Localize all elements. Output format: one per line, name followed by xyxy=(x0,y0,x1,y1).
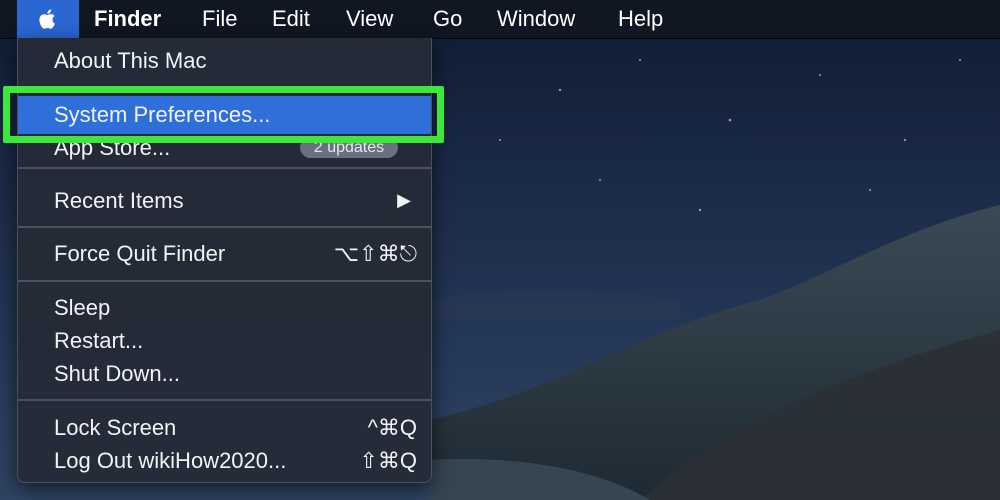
menu-item-shut-down[interactable]: Shut Down... xyxy=(18,357,431,390)
menu-item-label: Log Out wikiHow2020... xyxy=(54,448,287,473)
menu-bar: Finder File Edit View Go Window Help xyxy=(0,0,1000,39)
menu-window[interactable]: Window xyxy=(485,0,587,38)
menu-item-log-out[interactable]: Log Out wikiHow2020... ⇧⌘Q xyxy=(18,444,431,477)
menu-item-sleep[interactable]: Sleep xyxy=(18,291,431,324)
menu-separator xyxy=(18,167,431,169)
keyboard-shortcut: ^⌘Q xyxy=(367,415,417,440)
menu-view[interactable]: View xyxy=(334,0,405,38)
keyboard-shortcut: ⌥⇧⌘⎋ xyxy=(333,241,417,266)
menu-item-label: Sleep xyxy=(54,295,111,320)
menu-item-label: Restart... xyxy=(54,328,144,353)
menu-go[interactable]: Go xyxy=(421,0,474,38)
menu-item-label: Shut Down... xyxy=(54,361,180,386)
menu-separator xyxy=(18,280,431,282)
menu-edit[interactable]: Edit xyxy=(260,0,322,38)
menu-item-label: About This Mac xyxy=(54,48,207,73)
menu-finder[interactable]: Finder xyxy=(82,0,173,38)
menu-file[interactable]: File xyxy=(190,0,249,38)
keyboard-shortcut: ⇧⌘Q xyxy=(359,448,417,473)
menu-help[interactable]: Help xyxy=(606,0,675,38)
menu-item-force-quit[interactable]: Force Quit Finder ⌥⇧⌘⎋ xyxy=(18,237,431,270)
menu-separator xyxy=(18,226,431,228)
menu-item-lock-screen[interactable]: Lock Screen ^⌘Q xyxy=(18,411,431,444)
menu-separator xyxy=(18,399,431,401)
menu-item-label: Lock Screen xyxy=(54,415,177,440)
menu-item-recent-items[interactable]: Recent Items ▶ xyxy=(18,184,431,217)
apple-menu-button[interactable] xyxy=(17,0,79,38)
menu-item-restart[interactable]: Restart... xyxy=(18,324,431,357)
menu-item-label: Recent Items xyxy=(54,188,184,213)
apple-icon xyxy=(39,9,55,29)
menu-item-about-this-mac[interactable]: About This Mac xyxy=(18,44,431,77)
highlight-annotation-box xyxy=(3,86,444,143)
submenu-arrow-icon: ▶ xyxy=(397,190,411,210)
menu-item-label: Force Quit Finder xyxy=(54,241,226,266)
